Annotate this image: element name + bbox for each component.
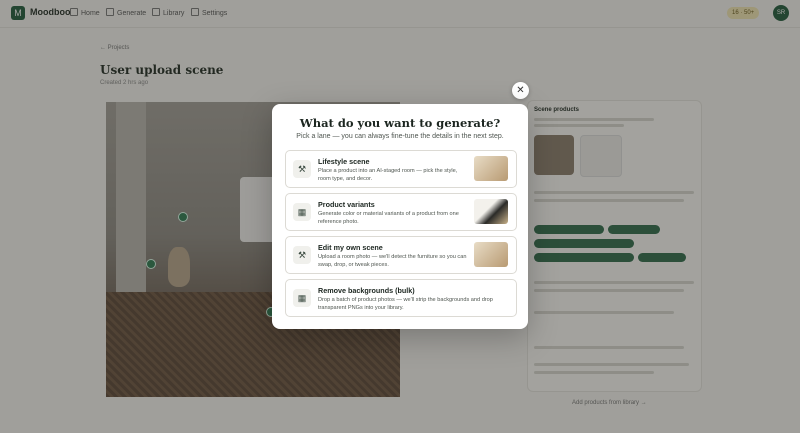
option-thumbnail bbox=[474, 199, 508, 224]
option-lifestyle-scene[interactable]: ⚒ Lifestyle scene Place a product into a… bbox=[285, 150, 517, 188]
close-icon[interactable]: ✕ bbox=[512, 82, 529, 99]
option-thumbnail bbox=[474, 156, 508, 181]
generate-modal: What do you want to generate? Pick a lan… bbox=[272, 104, 528, 329]
option-remove-backgrounds[interactable]: ▦ Remove backgrounds (bulk) Drop a batch… bbox=[285, 279, 517, 317]
option-title: Edit my own scene bbox=[318, 243, 383, 252]
option-description: Generate color or material variants of a… bbox=[318, 211, 459, 225]
wand-icon: ⚒ bbox=[293, 160, 311, 178]
modal-title: What do you want to generate? bbox=[299, 116, 501, 130]
option-product-variants[interactable]: ▦ Product variants Generate color or mat… bbox=[285, 193, 517, 231]
option-description: Place a product into an AI-staged room —… bbox=[318, 168, 458, 182]
modal-subtitle: Pick a lane — you can always fine-tune t… bbox=[296, 133, 504, 140]
option-description: Drop a batch of product photos — we'll s… bbox=[318, 297, 493, 311]
grid-icon: ▦ bbox=[293, 289, 311, 307]
grid-icon: ▦ bbox=[293, 203, 311, 221]
option-title: Product variants bbox=[318, 200, 375, 209]
option-thumbnail bbox=[474, 242, 508, 267]
wand-icon: ⚒ bbox=[293, 246, 311, 264]
option-title: Lifestyle scene bbox=[318, 157, 370, 166]
option-title: Remove backgrounds (bulk) bbox=[318, 286, 415, 295]
option-description: Upload a room photo — we'll detect the f… bbox=[318, 254, 467, 268]
option-edit-own-scene[interactable]: ⚒ Edit my own scene Upload a room photo … bbox=[285, 236, 517, 274]
